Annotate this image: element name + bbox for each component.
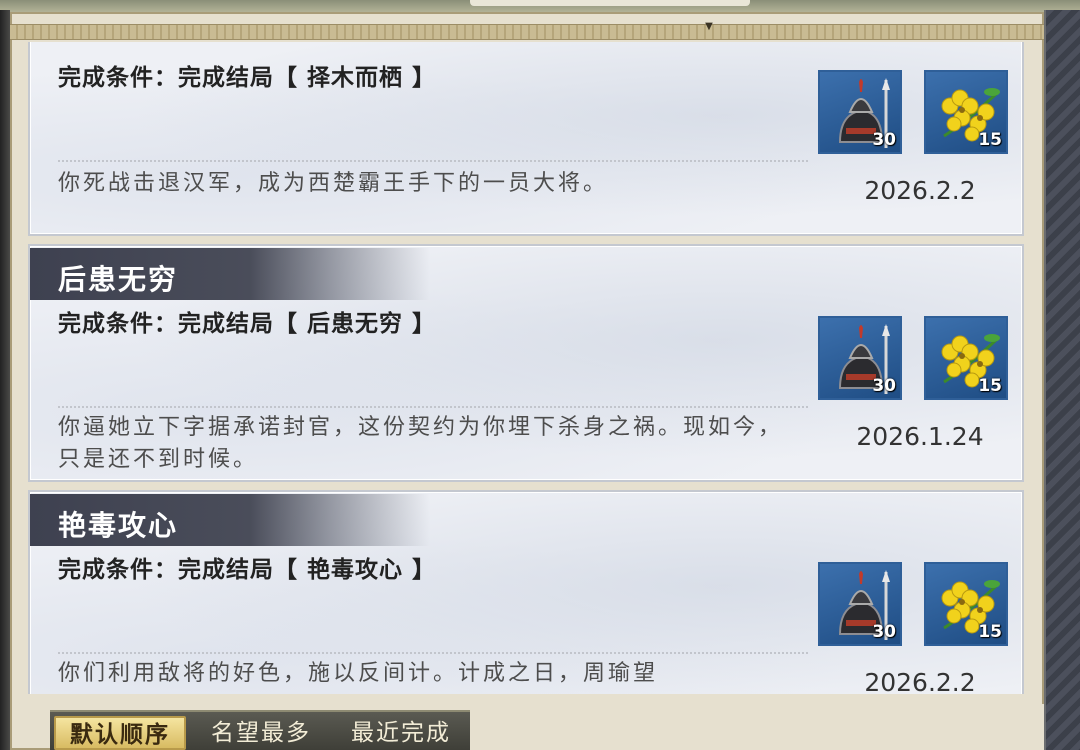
sort-tab-reputation[interactable]: 名望最多: [196, 716, 326, 750]
reward-count: 15: [978, 622, 1002, 642]
panel-trim: [10, 24, 1044, 40]
ending-title: 后患无穷: [58, 263, 179, 296]
reward-item[interactable]: 30: [818, 70, 902, 154]
card-title-banner: 后患无穷: [30, 248, 430, 300]
completion-date: 2026.2.2: [864, 668, 976, 694]
reward-item[interactable]: 15: [924, 562, 1008, 646]
divider: [58, 406, 808, 408]
reward-item[interactable]: 15: [924, 316, 1008, 400]
chevron-down-icon: ▼: [705, 21, 713, 32]
reward-count: 30: [872, 622, 896, 642]
ending-description: 你死战击退汉军，成为西楚霸王手下的一员大将。: [58, 171, 609, 196]
sort-tab-default[interactable]: 默认顺序: [54, 716, 186, 750]
divider: [58, 160, 808, 162]
reward-count: 30: [872, 376, 896, 396]
reward-count: 15: [978, 130, 1002, 150]
reward-item[interactable]: 30: [818, 562, 902, 646]
completion-date: 2026.2.2: [864, 176, 976, 205]
ending-card[interactable]: 后患无穷 完成条件：完成结局【 后患无穷 】 你逼她立下字据承诺封官，这份契约为…: [28, 244, 1024, 482]
ending-card[interactable]: 艳毒攻心 完成条件：完成结局【 艳毒攻心 】 你们利用敌将的好色，施以反间计。计…: [28, 490, 1024, 694]
sort-tab-recent[interactable]: 最近完成: [336, 716, 466, 750]
left-frame: [0, 10, 10, 750]
completion-date: 2026.1.24: [856, 422, 984, 451]
ending-title: 艳毒攻心: [58, 509, 179, 542]
ending-card[interactable]: 完成条件：完成结局【 择木而栖 】 你死战击退汉军，成为西楚霸王手下的一员大将。…: [28, 42, 1024, 236]
reward-count: 30: [872, 130, 896, 150]
reward-item[interactable]: 30: [818, 316, 902, 400]
bottom-bar-background: [470, 704, 1044, 750]
completion-condition: 完成条件：完成结局【 择木而栖 】: [58, 64, 437, 91]
endings-list[interactable]: 完成条件：完成结局【 择木而栖 】 你死战击退汉军，成为西楚霸王手下的一员大将。…: [28, 42, 1028, 694]
scrollbar-track[interactable]: [1044, 10, 1080, 750]
reward-item[interactable]: 15: [924, 70, 1008, 154]
completion-condition: 完成条件：完成结局【 艳毒攻心 】: [58, 556, 437, 583]
divider: [58, 652, 808, 654]
top-tab-edge: [470, 0, 750, 6]
ending-description: 你逼她立下字据承诺封官，这份契约为你埋下杀身之祸。现如今，只是还不到时候。: [58, 415, 784, 472]
card-title-banner: 艳毒攻心: [30, 494, 430, 546]
completion-condition: 完成条件：完成结局【 后患无穷 】: [58, 310, 437, 337]
sort-tab-bar: 默认顺序 名望最多 最近完成: [50, 710, 470, 750]
reward-count: 15: [978, 376, 1002, 396]
ending-description: 你们利用敌将的好色，施以反间计。计成之日，周瑜望: [58, 661, 659, 686]
